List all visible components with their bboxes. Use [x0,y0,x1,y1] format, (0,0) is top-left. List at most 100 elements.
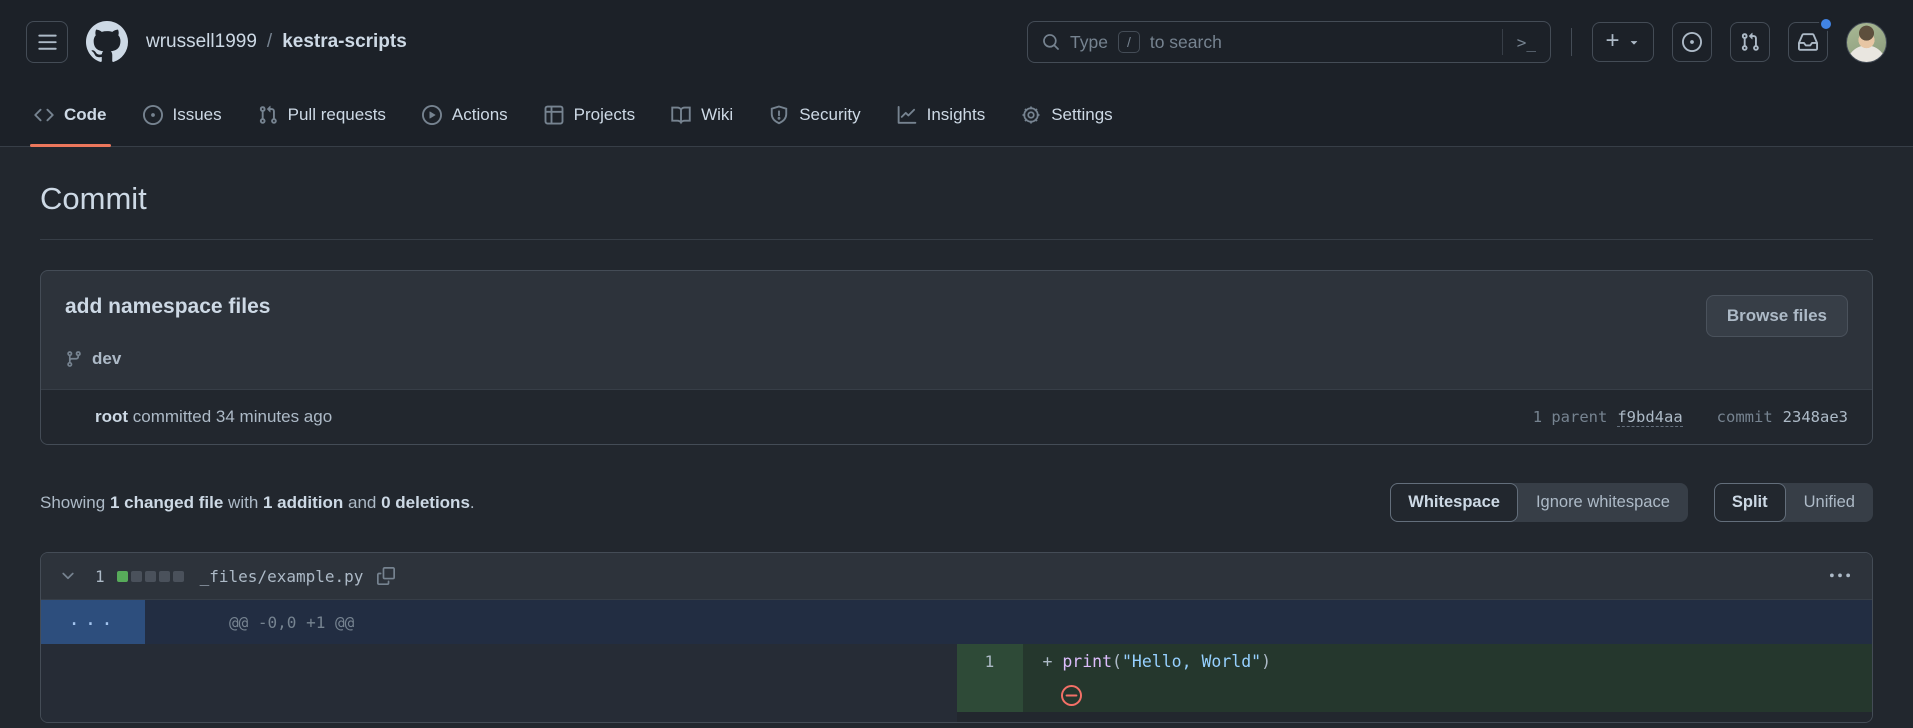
diffstat-square [159,571,170,582]
pull-requests-dashboard-button[interactable] [1730,22,1770,62]
chevron-down-icon[interactable] [59,567,77,585]
copy-icon [377,567,395,585]
commit-label: commit [1717,408,1773,426]
code-token-plain: ) [1261,652,1271,671]
issues-dashboard-button[interactable] [1672,22,1712,62]
diffstat-square-added [117,571,128,582]
issue-opened-icon [143,105,163,125]
tab-label: Actions [452,105,508,125]
summary-additions: 1 addition [263,493,343,512]
table-icon [544,105,564,125]
diffstat-square [145,571,156,582]
create-new-button[interactable]: + [1592,22,1654,62]
search-icon [1042,33,1060,51]
tab-label: Projects [574,105,635,125]
kebab-horizontal-icon [1830,566,1850,586]
diff-file-header: 1 _files/example.py [41,553,1872,600]
tab-issues[interactable]: Issues [125,84,240,146]
summary-changed-files: 1 changed file [110,493,223,512]
shield-icon [769,105,789,125]
diffstat-square [173,571,184,582]
ignore-whitespace-button[interactable]: Ignore whitespace [1518,483,1688,522]
tab-label: Pull requests [288,105,386,125]
tab-insights[interactable]: Insights [879,84,1004,146]
global-header: wrussell1999 / kestra-scripts Type / to … [0,0,1913,84]
parent-sha-link[interactable]: f9bd4aa [1617,408,1682,427]
file-path[interactable]: _files/example.py [200,567,364,586]
line-number-empty [957,678,1023,712]
diff-view-controls: Whitespace Ignore whitespace Split Unifi… [1390,483,1873,522]
diffstat [117,571,184,582]
summary-with: with [223,493,263,512]
whitespace-button[interactable]: Whitespace [1390,483,1518,522]
committed-text: committed 34 minutes ago [133,407,332,426]
changed-files-summary: Showing 1 changed file with 1 addition a… [40,493,475,513]
tab-pull-requests[interactable]: Pull requests [240,84,404,146]
commit-hashes: 1 parent f9bd4aa commit 2348ae3 [1533,408,1848,427]
search-input[interactable]: Type / to search >_ [1027,21,1551,63]
triangle-down-icon [1627,35,1641,49]
branch-name[interactable]: dev [92,349,121,369]
global-menu-button[interactable] [26,21,68,63]
line-number[interactable]: 1 [957,644,1023,678]
no-newline-at-eof-icon [1061,647,1200,724]
search-placeholder-prefix: Type [1070,32,1108,53]
diff-summary-row: Showing 1 changed file with 1 addition a… [40,483,1873,522]
diff-file-card: 1 _files/example.py ... @@ [40,552,1873,723]
tab-label: Insights [927,105,986,125]
commit-meta-row: root committed 34 minutes ago 1 parent f… [41,389,1872,444]
expand-hunk-button[interactable]: ... [41,600,145,644]
unified-button[interactable]: Unified [1786,483,1873,522]
inbox-button[interactable] [1788,22,1828,62]
git-pull-request-icon [258,105,278,125]
committer-name: root [95,407,128,426]
hunk-header: @@ -0,0 +1 @@ [145,600,1872,644]
file-options-button[interactable] [1826,562,1854,590]
avatar[interactable] [1846,22,1887,63]
slash-key-hint: / [1118,31,1140,53]
breadcrumb-repo[interactable]: kestra-scripts [282,31,407,53]
breadcrumb: wrussell1999 / kestra-scripts [146,31,407,53]
tab-security[interactable]: Security [751,84,878,146]
whitespace-toggle: Whitespace Ignore whitespace [1390,483,1688,522]
plus-icon: + [1605,29,1619,53]
tab-label: Issues [173,105,222,125]
tab-settings[interactable]: Settings [1003,84,1130,146]
gear-icon [1021,105,1041,125]
github-logo-icon[interactable] [86,21,128,63]
diff-split-body: 1 + print("Hello, World") [41,644,1872,722]
commit-message: add namespace files [65,295,270,319]
diff-right-pane: 1 + print("Hello, World") [957,644,1873,722]
search-placeholder-suffix: to search [1150,32,1222,53]
main-content: Commit add namespace files dev Browse fi… [0,181,1913,723]
command-palette-icon[interactable]: >_ [1513,33,1536,52]
book-icon [671,105,691,125]
tab-projects[interactable]: Projects [526,84,653,146]
git-branch-icon [65,350,83,368]
git-pull-request-icon [1740,32,1760,52]
issue-opened-icon [1682,32,1702,52]
page-title: Commit [40,181,1873,240]
tab-code[interactable]: Code [16,84,125,146]
branch-row[interactable]: dev [65,349,270,369]
summary-and: and [343,493,381,512]
diff-hunk-row: ... @@ -0,0 +1 @@ [41,600,1872,644]
breadcrumb-owner[interactable]: wrussell1999 [146,31,257,53]
tab-label: Security [799,105,860,125]
no-newline-row [957,678,1873,712]
top-bar: wrussell1999 / kestra-scripts Type / to … [0,0,1913,147]
repo-nav: Code Issues Pull requests Actions Projec… [0,84,1913,146]
tab-wiki[interactable]: Wiki [653,84,751,146]
parent-label: 1 parent [1533,408,1608,426]
browse-files-button[interactable]: Browse files [1706,295,1848,337]
summary-showing: Showing [40,493,110,512]
tab-actions[interactable]: Actions [404,84,526,146]
file-changes-count: 1 [95,567,105,586]
no-newline-cell [1023,678,1873,712]
split-button[interactable]: Split [1714,483,1786,522]
diffstat-square [131,571,142,582]
committer-info: root committed 34 minutes ago [95,407,332,427]
copy-file-path-button[interactable] [375,565,397,587]
commit-sha: 2348ae3 [1783,408,1848,426]
diff-left-pane-empty [41,644,957,722]
